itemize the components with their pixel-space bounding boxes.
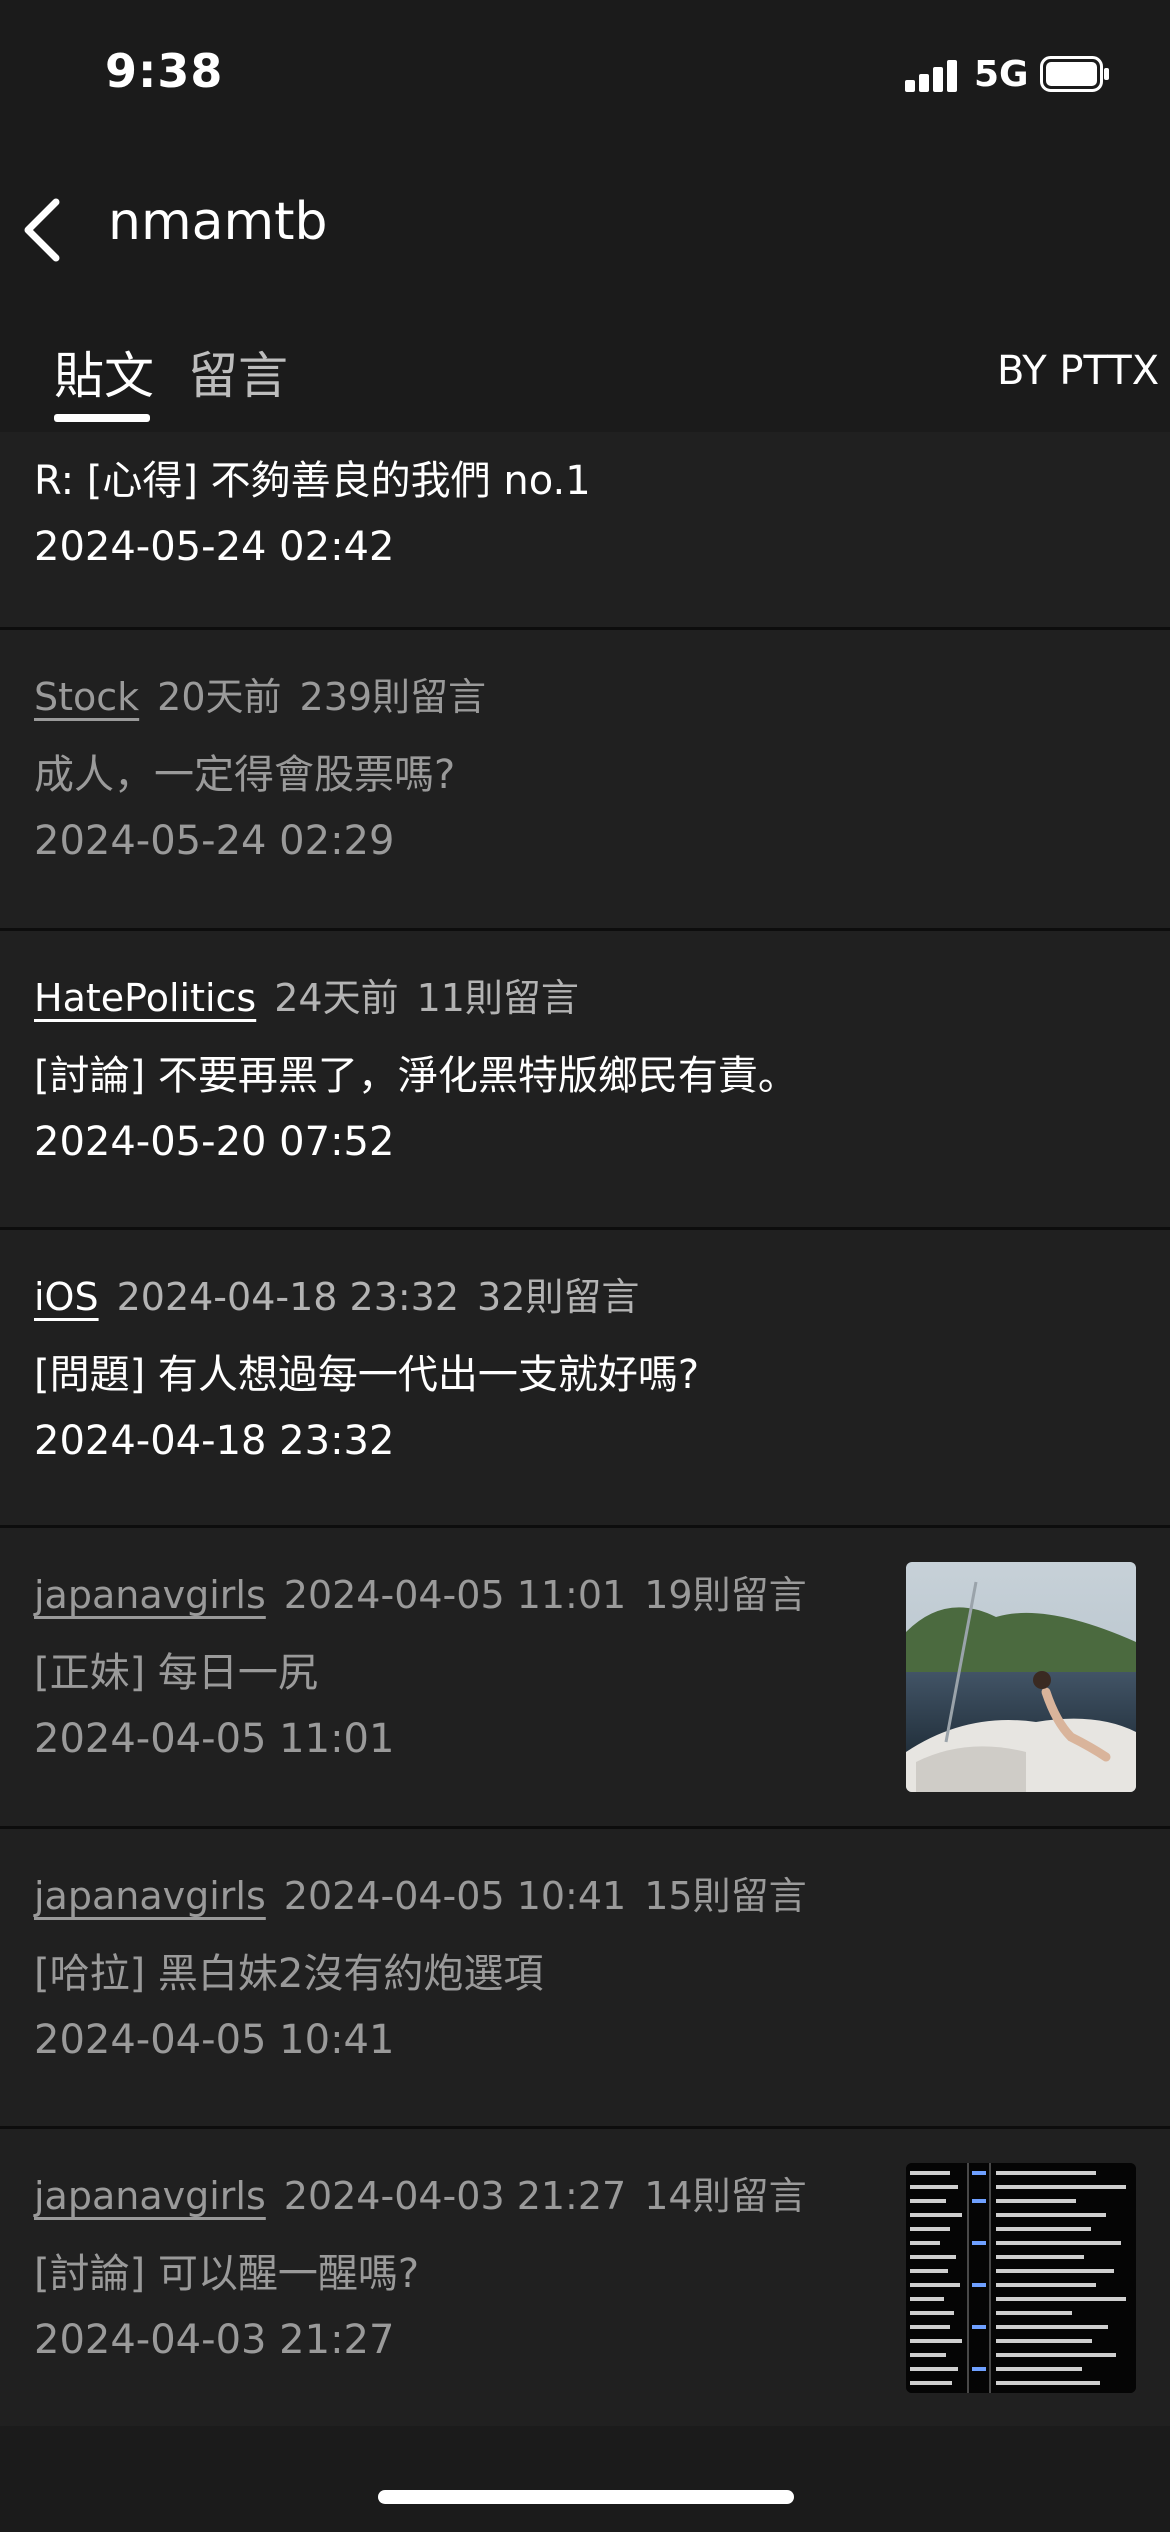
board-link[interactable]: japanavgirls <box>34 1874 266 1918</box>
post-title: R: [心得] 不夠善良的我們 no.1 <box>34 458 591 504</box>
page-title: nmamtb <box>108 192 328 252</box>
post-time: 2024-04-18 23:32 <box>116 1275 460 1319</box>
comment-count: 15則留言 <box>644 1874 807 1918</box>
comment-count: 32則留言 <box>477 1275 640 1319</box>
status-time: 9:38 <box>105 44 224 98</box>
back-chevron-icon[interactable] <box>18 194 68 266</box>
status-bar: 9:38 5G <box>0 0 1170 150</box>
active-tab-indicator <box>54 414 150 422</box>
board-link[interactable]: japanavgirls <box>34 1573 266 1617</box>
list-item[interactable]: japanavgirls 2024-04-05 10:41 15則留言 [哈拉] 黑… <box>0 1829 1170 2129</box>
terminal-screenshot-image <box>906 2163 1136 2393</box>
post-meta: Stock 20天前 239則留言 <box>34 666 504 721</box>
tab-bar: 貼文 留言 BY PTTX <box>0 320 1170 430</box>
home-indicator[interactable] <box>378 2490 794 2504</box>
post-title: [哈拉] 黑白妹2沒有約炮選項 <box>34 1951 544 1997</box>
post-date: 2024-04-18 23:32 <box>34 1418 395 1464</box>
board-link[interactable]: HatePolitics <box>34 976 256 1020</box>
post-meta: HatePolitics 24天前 11則留言 <box>34 967 597 1022</box>
post-title: [問題] 有人想過每一代出一支就好嗎? <box>34 1352 700 1398</box>
post-meta: japanavgirls 2024-04-03 21:27 14則留言 <box>34 2165 825 2220</box>
post-date: 2024-04-05 11:01 <box>34 1716 395 1762</box>
post-date: 2024-05-20 07:52 <box>34 1119 395 1165</box>
list-item[interactable]: Stock 20天前 239則留言 成人，一定得會股票嗎? 2024-05-24 0… <box>0 630 1170 931</box>
post-title: [正妹] 每日一尻 <box>34 1650 318 1696</box>
list-item[interactable]: iOS 2024-04-18 23:32 32則留言 [問題] 有人想過每一代出一支… <box>0 1230 1170 1528</box>
post-time: 24天前 <box>274 976 399 1020</box>
boat-photo-image <box>906 1562 1136 1792</box>
bottom-safe-area <box>0 2426 1170 2532</box>
battery-icon <box>1040 56 1109 92</box>
tab-comments[interactable]: 留言 <box>188 336 288 408</box>
post-date: 2024-05-24 02:29 <box>34 818 395 864</box>
board-link[interactable]: iOS <box>34 1275 99 1319</box>
post-thumbnail-image[interactable] <box>906 1562 1136 1792</box>
post-date: 2024-05-24 02:42 <box>34 524 395 570</box>
post-time: 20天前 <box>157 675 282 719</box>
post-time: 2024-04-03 21:27 <box>283 2174 627 2218</box>
nav-bar: nmamtb <box>0 180 1170 270</box>
post-title: [討論] 不要再黑了，淨化黑特版鄉民有責。 <box>34 1053 798 1099</box>
post-list: R: [心得] 不夠善良的我們 no.1 2024-05-24 02:42 St… <box>0 432 1170 2426</box>
signal-icon <box>905 58 959 92</box>
post-title: [討論] 可以醒一醒嗎? <box>34 2251 420 2297</box>
post-meta: iOS 2024-04-18 23:32 32則留言 <box>34 1266 657 1321</box>
comment-count: 19則留言 <box>644 1573 807 1617</box>
post-time: 2024-04-05 10:41 <box>283 1874 627 1918</box>
list-item[interactable]: japanavgirls 2024-04-05 11:01 19則留言 [正妹] 每… <box>0 1528 1170 1829</box>
comment-count: 239則留言 <box>299 675 487 719</box>
board-link[interactable]: japanavgirls <box>34 2174 266 2218</box>
post-meta: japanavgirls 2024-04-05 11:01 19則留言 <box>34 1564 825 1619</box>
post-date: 2024-04-05 10:41 <box>34 2017 395 2063</box>
post-time: 2024-04-05 11:01 <box>283 1573 627 1617</box>
post-date: 2024-04-03 21:27 <box>34 2317 395 2363</box>
byline-label: BY PTTX <box>997 348 1160 394</box>
comment-count: 11則留言 <box>416 976 579 1020</box>
post-meta: japanavgirls 2024-04-05 10:41 15則留言 <box>34 1865 825 1920</box>
comment-count: 14則留言 <box>644 2174 807 2218</box>
list-item[interactable]: japanavgirls 2024-04-03 21:27 14則留言 [討論] 可… <box>0 2129 1170 2426</box>
list-item[interactable]: HatePolitics 24天前 11則留言 [討論] 不要再黑了，淨化黑特版鄉民… <box>0 931 1170 1230</box>
network-type: 5G <box>974 54 1029 95</box>
post-thumbnail-image[interactable] <box>906 2163 1136 2393</box>
tab-posts[interactable]: 貼文 <box>54 336 154 408</box>
list-item[interactable]: R: [心得] 不夠善良的我們 no.1 2024-05-24 02:42 <box>0 432 1170 630</box>
board-link[interactable]: Stock <box>34 675 139 719</box>
post-title: 成人，一定得會股票嗎? <box>34 752 456 798</box>
